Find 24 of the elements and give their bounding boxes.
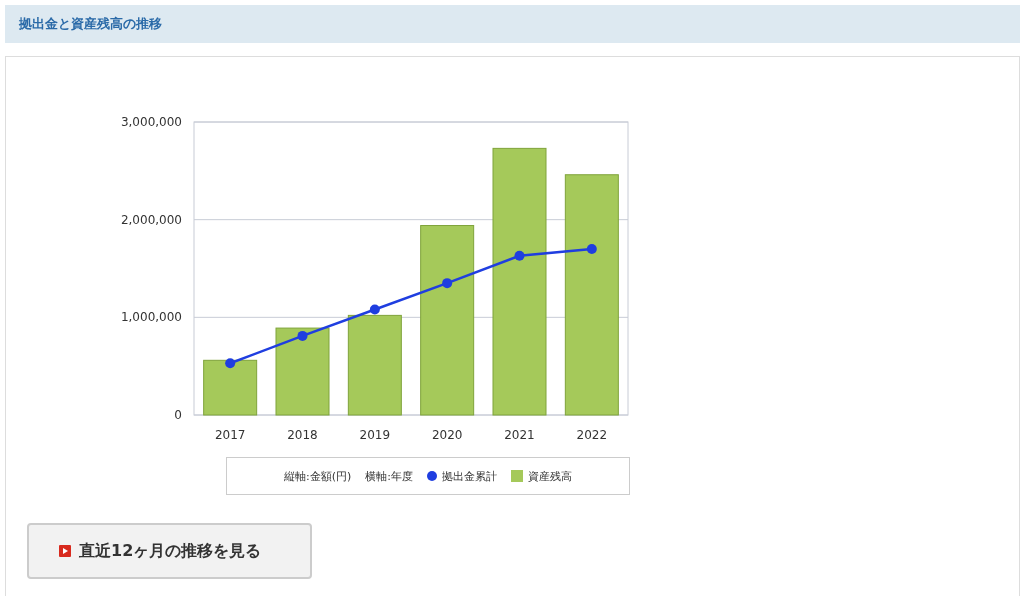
legend-label: 拠出金累計: [442, 468, 497, 484]
data-point: [297, 330, 308, 341]
x-tick-label: 2021: [504, 428, 535, 442]
y-tick-label: 3,000,000: [120, 115, 182, 129]
data-point: [225, 358, 236, 369]
data-point: [442, 278, 453, 289]
play-icon: [59, 545, 71, 557]
y-tick-label: 0: [174, 408, 182, 422]
section-title: 拠出金と資産残高の推移: [5, 5, 1020, 43]
view-trend-button[interactable]: 直近12ヶ月の推移を見る: [27, 523, 312, 579]
data-point: [586, 243, 597, 254]
x-tick-label: 2019: [359, 428, 391, 442]
data-point: [369, 304, 380, 315]
y-tick-label: 2,000,000: [120, 212, 182, 227]
data-point: [514, 250, 525, 261]
bar: [203, 359, 258, 416]
x-tick-label: 2020: [431, 428, 463, 442]
x-tick-label: 2022: [576, 428, 608, 442]
legend-label: 資産残高: [528, 468, 572, 484]
y-tick-label: 1,000,000: [120, 310, 182, 325]
x-tick-label: 2018: [287, 428, 318, 442]
x-tick-label: 2017: [214, 428, 246, 442]
axis-note: 縦軸:金額(円): [284, 468, 352, 484]
axis-note: 横軸:年度: [365, 468, 413, 484]
